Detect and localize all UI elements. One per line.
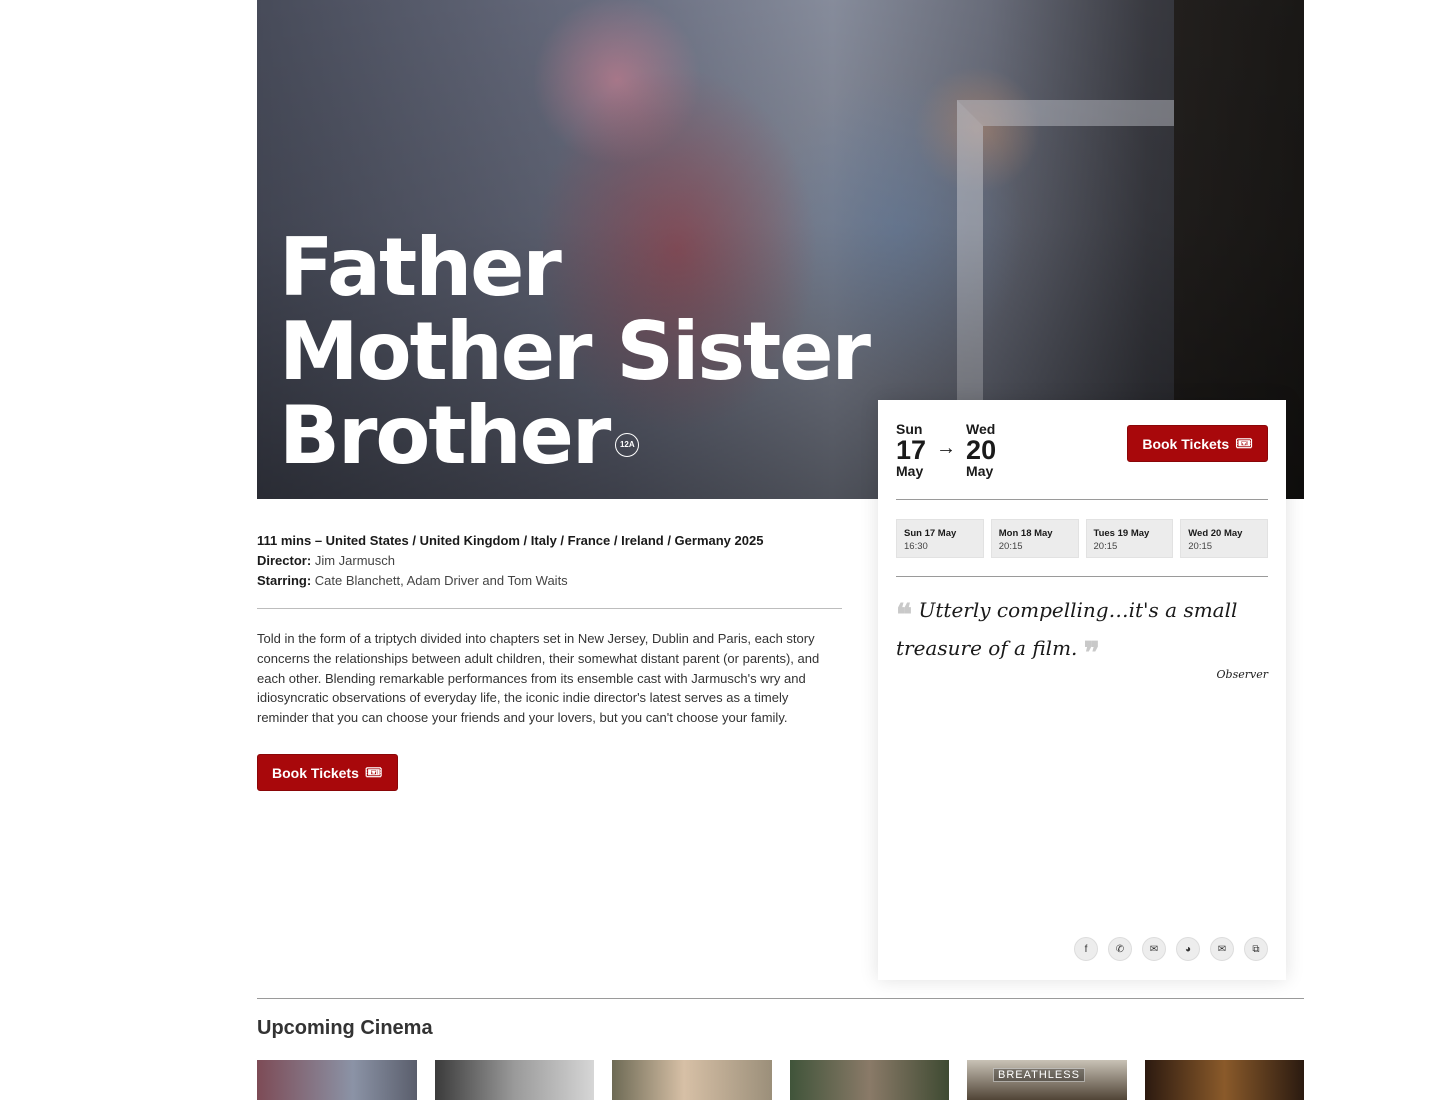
- upcoming-title: Upcoming Cinema: [257, 1017, 433, 1039]
- share-buttons: f ✆ ✉ ◕ ✉ ⧉: [1074, 937, 1268, 961]
- date-range: Sun 17 May → Wed 20 May: [896, 421, 996, 479]
- film-title-line-3: Brother 12A: [279, 394, 979, 478]
- showtime-date: Tues 19 May: [1093, 528, 1150, 539]
- director-label: Director:: [257, 553, 312, 568]
- film-title: Father Mother Sister Brother 12A: [279, 226, 979, 478]
- director-row: Director: Jim Jarmusch: [257, 551, 842, 571]
- film-info: 111 mins – United States / United Kingdo…: [257, 531, 842, 791]
- copy-link-icon[interactable]: ⧉: [1244, 937, 1268, 961]
- whatsapp-icon[interactable]: ✆: [1108, 937, 1132, 961]
- upcoming-thumb[interactable]: [789, 1060, 949, 1100]
- showtime-chip[interactable]: Tues 19 May 20:15: [1085, 519, 1174, 558]
- upcoming-thumb[interactable]: [612, 1060, 772, 1100]
- close-quote-icon: ❞: [1083, 636, 1100, 671]
- showtime-chip[interactable]: Wed 20 May 20:15: [1180, 519, 1268, 558]
- end-day: 20: [966, 435, 997, 465]
- card-divider-top: [896, 499, 1268, 500]
- showtime-date: Mon 18 May: [998, 528, 1053, 539]
- upcoming-thumb[interactable]: [1144, 1060, 1304, 1100]
- review-quote-text: Utterly compelling…it's a small treasure…: [896, 598, 1238, 660]
- starring-names: Cate Blanchett, Adam Driver and Tom Wait…: [314, 572, 568, 588]
- starring-label: Starring:: [257, 572, 312, 588]
- facebook-icon[interactable]: f: [1074, 937, 1098, 961]
- film-title-line-1: Father: [279, 221, 562, 314]
- starring-row: Starring: Cate Blanchett, Adam Driver an…: [257, 571, 842, 591]
- card-book-tickets-label: Book Tickets: [1142, 435, 1230, 452]
- showtime-date: Sun 17 May: [904, 528, 957, 539]
- section-divider: [257, 998, 1304, 999]
- showtimes: Sun 17 May 16:30 Mon 18 May 20:15 Tues 1…: [896, 519, 1268, 558]
- film-title-line-2: Mother Sister: [279, 305, 871, 398]
- book-tickets-button[interactable]: Book Tickets 🎟: [257, 754, 398, 791]
- start-month: May: [896, 463, 924, 479]
- ticket-icon: 🎟: [1235, 435, 1253, 451]
- end-date: Wed 20 May: [966, 421, 996, 479]
- director-name: Jim Jarmusch: [314, 553, 395, 568]
- upcoming-list: BREATHLESS: [257, 1060, 1304, 1100]
- info-divider: [257, 608, 842, 609]
- reddit-icon[interactable]: ◕: [1176, 937, 1200, 961]
- film-title-line-3-text: Brother: [279, 389, 611, 482]
- upcoming-thumb[interactable]: BREATHLESS: [967, 1060, 1127, 1100]
- synopsis: Told in the form of a triptych divided i…: [257, 631, 820, 726]
- start-day: 17: [896, 435, 927, 465]
- start-date: Sun 17 May: [896, 421, 926, 479]
- screening-card: Sun 17 May → Wed 20 May Book Tickets 🎟 S…: [878, 400, 1286, 980]
- messenger-icon[interactable]: ✉: [1142, 937, 1166, 961]
- card-book-tickets-button[interactable]: Book Tickets 🎟: [1127, 425, 1268, 462]
- rating-badge: 12A: [615, 433, 640, 458]
- ticket-icon: 🎟: [364, 764, 383, 780]
- card-divider-bottom: [896, 576, 1268, 577]
- showtime-time: 16:30: [904, 541, 928, 552]
- book-tickets-label: Book Tickets: [272, 764, 359, 781]
- open-quote-icon: ❝: [896, 598, 913, 633]
- showtime-time: 20:15: [1093, 541, 1118, 552]
- showtime-chip[interactable]: Mon 18 May 20:15: [990, 519, 1079, 558]
- upcoming-thumb-label: BREATHLESS: [993, 1068, 1085, 1082]
- showtime-time: 20:15: [1188, 541, 1213, 552]
- email-icon[interactable]: ✉: [1210, 937, 1234, 961]
- showtime-time: 20:15: [998, 541, 1023, 552]
- arrow-right-icon: →: [936, 437, 957, 459]
- showtime-chip[interactable]: Sun 17 May 16:30: [896, 519, 984, 558]
- upcoming-thumb[interactable]: [257, 1060, 417, 1100]
- showtime-date: Wed 20 May: [1188, 528, 1243, 539]
- upcoming-thumb[interactable]: [434, 1060, 594, 1100]
- film-meta: 111 mins – United States / United Kingdo…: [257, 533, 764, 548]
- review-quote: ❝ Utterly compelling…it's a small treasu…: [896, 594, 1268, 670]
- review-source: Observer: [1216, 668, 1268, 681]
- end-month: May: [966, 463, 994, 479]
